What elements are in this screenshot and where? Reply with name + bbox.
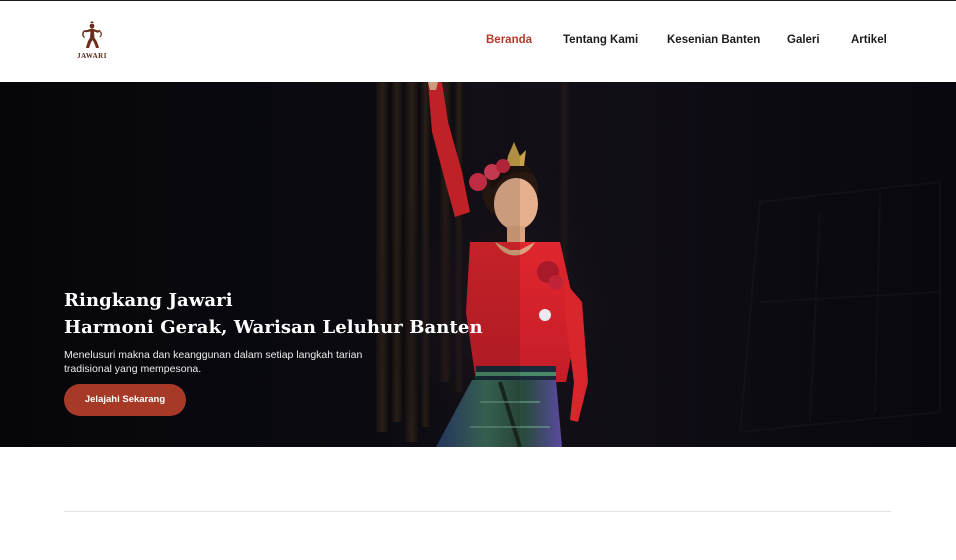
nav-item-kesenian-banten[interactable]: Kesenian Banten xyxy=(667,34,760,46)
hero-title-line-2: Harmoni Gerak, Warisan Leluhur Banten xyxy=(64,317,483,338)
hero-section: Ringkang Jawari Harmoni Gerak, Warisan L… xyxy=(0,82,956,447)
hero-description: Menelusuri makna dan keanggunan dalam se… xyxy=(64,349,363,375)
main-nav: Beranda Tentang Kami Kesenian Banten Gal… xyxy=(0,34,956,50)
brand-logo-text: JAWARI xyxy=(77,52,107,60)
nav-item-beranda[interactable]: Beranda xyxy=(486,34,532,46)
nav-item-galeri[interactable]: Galeri xyxy=(787,34,820,46)
nav-item-artikel[interactable]: Artikel xyxy=(851,34,887,46)
explore-now-button[interactable]: Jelajahi Sekarang xyxy=(64,384,186,416)
hero-title-line-1: Ringkang Jawari xyxy=(64,290,233,311)
site-header: JAWARI Beranda Tentang Kami Kesenian Ban… xyxy=(0,1,956,82)
nav-item-tentang-kami[interactable]: Tentang Kami xyxy=(563,34,638,46)
section-divider xyxy=(64,511,891,512)
hero-title: Ringkang Jawari Harmoni Gerak, Warisan L… xyxy=(64,287,483,341)
